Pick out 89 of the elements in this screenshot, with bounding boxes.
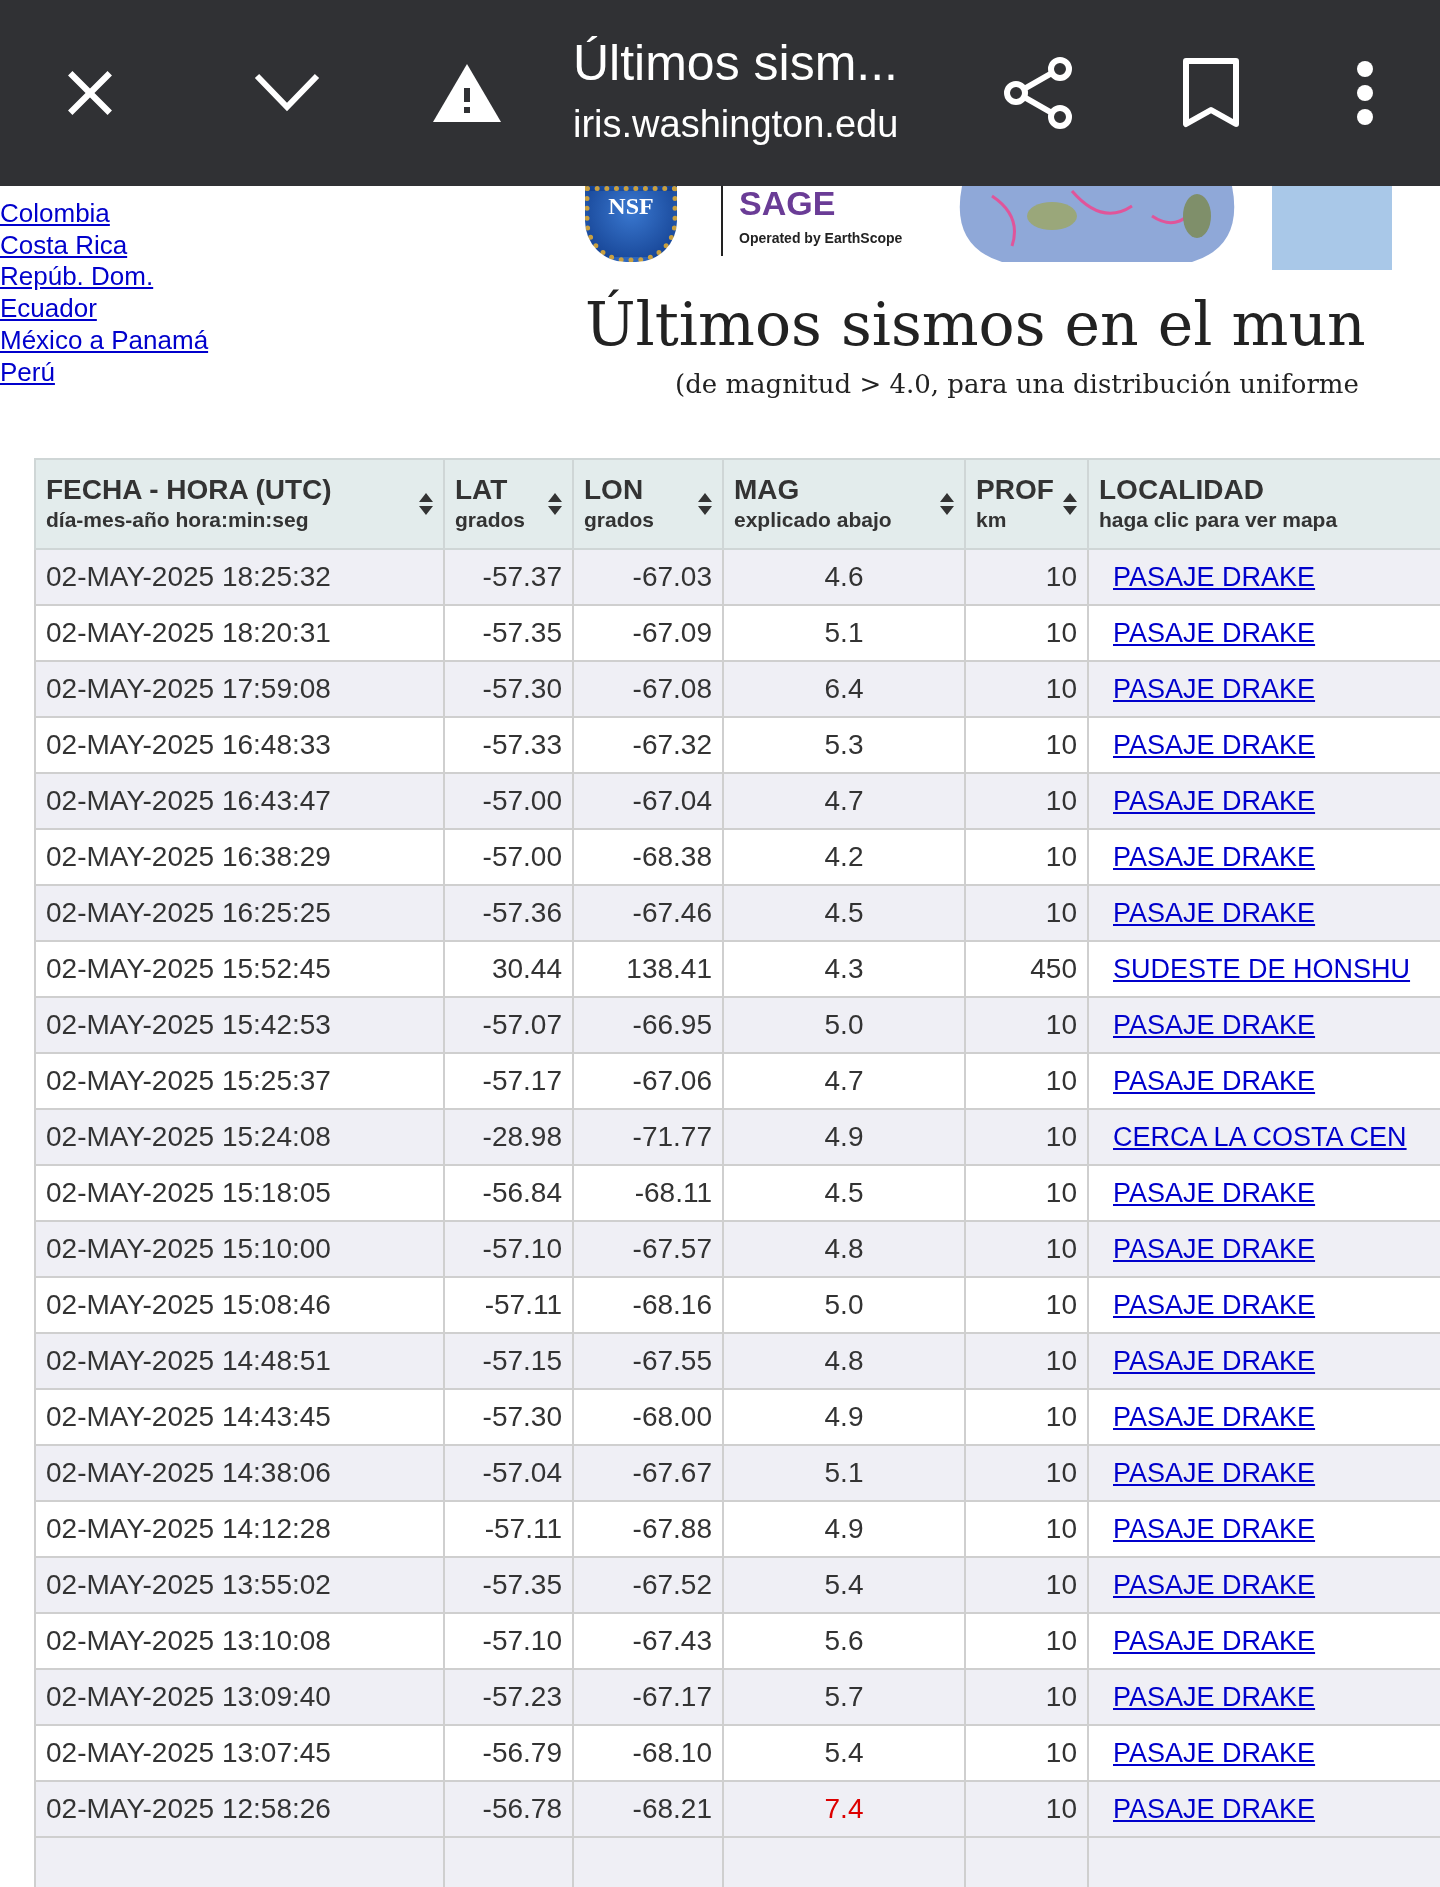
- nsf-logo: NSF: [585, 186, 677, 262]
- table-cell: 02-MAY-2025 18:25:32: [35, 549, 444, 605]
- table-cell: 4.8: [723, 1221, 965, 1277]
- sort-icon[interactable]: [940, 493, 954, 515]
- region-link[interactable]: Ecuador: [0, 293, 97, 325]
- table-cell: 02-MAY-2025 15:42:53: [35, 997, 444, 1053]
- table-cell: -57.04: [444, 1445, 573, 1501]
- table-cell: 10: [965, 885, 1088, 941]
- table-cell: 10: [965, 1333, 1088, 1389]
- page-heading: Últimos sismos en el mun: [585, 288, 1366, 361]
- chevron-down-icon[interactable]: [254, 73, 320, 113]
- warning-icon[interactable]: [433, 64, 501, 122]
- sort-icon[interactable]: [548, 493, 562, 515]
- table-cell: 02-MAY-2025 12:58:26: [35, 1781, 444, 1837]
- table-cell: 02-MAY-2025 15:24:08: [35, 1109, 444, 1165]
- column-header[interactable]: LAT grados: [444, 459, 573, 549]
- sort-icon[interactable]: [419, 493, 433, 515]
- table-cell: -57.30: [444, 661, 573, 717]
- region-link[interactable]: México a Panamá: [0, 324, 209, 357]
- column-header[interactable]: LON grados: [573, 459, 723, 549]
- table-cell: 10: [965, 661, 1088, 717]
- table-cell: 02-MAY-2025 17:59:08: [35, 661, 444, 717]
- table-cell: 02-MAY-2025 13:09:40: [35, 1669, 444, 1725]
- column-header[interactable]: PROF km: [965, 459, 1088, 549]
- table-cell: -56.78: [444, 1781, 573, 1837]
- table-cell: -67.55: [573, 1333, 723, 1389]
- table-cell: -57.36: [444, 885, 573, 941]
- table-cell: -67.57: [573, 1221, 723, 1277]
- table-cell: 4.5: [723, 885, 965, 941]
- table-cell: -68.21: [573, 1781, 723, 1837]
- table-cell: -71.77: [573, 1109, 723, 1165]
- table-cell: 10: [965, 1221, 1088, 1277]
- table-cell: -57.35: [444, 1557, 573, 1613]
- table-cell: 4.8: [723, 1333, 965, 1389]
- region-link[interactable]: Colombia: [0, 198, 110, 230]
- table-cell: -67.46: [573, 885, 723, 941]
- table-cell: 10: [965, 1557, 1088, 1613]
- table-cell: -67.17: [573, 1669, 723, 1725]
- table-cell: 4.7: [723, 773, 965, 829]
- table-cell: 02-MAY-2025 16:25:25: [35, 885, 444, 941]
- table-cell: 7.4: [723, 1781, 965, 1837]
- table-cell: -57.00: [444, 773, 573, 829]
- table-cell: -57.37: [444, 549, 573, 605]
- column-header[interactable]: MAG explicado abajo: [723, 459, 965, 549]
- share-icon[interactable]: [1003, 57, 1073, 129]
- table-cell: 02-MAY-2025 14:38:06: [35, 1445, 444, 1501]
- operated-by-text: Operated by EarthScope: [739, 230, 903, 246]
- table-cell: 02-MAY-2025 14:48:51: [35, 1333, 444, 1389]
- table-cell: 02-MAY-2025 15:10:00: [35, 1221, 444, 1277]
- table-cell: -67.08: [573, 661, 723, 717]
- table-cell: -57.07: [444, 997, 573, 1053]
- table-cell: 10: [965, 1669, 1088, 1725]
- table-cell: -57.15: [444, 1333, 573, 1389]
- table-cell: 5.7: [723, 1669, 965, 1725]
- table-cell: 5.0: [723, 997, 965, 1053]
- table-cell: -57.10: [444, 1221, 573, 1277]
- table-cell: -67.52: [573, 1557, 723, 1613]
- table-cell: 4.9: [723, 1109, 965, 1165]
- table-cell: 10: [965, 549, 1088, 605]
- page-subtitle: (de magnitud > 4.0, para una distribución uniforme: [675, 368, 1359, 401]
- table-cell: -66.95: [573, 997, 723, 1053]
- table-cell: -67.03: [573, 549, 723, 605]
- region-link[interactable]: Costa Rica: [0, 229, 128, 262]
- sort-icon[interactable]: [1063, 493, 1077, 515]
- more-options-icon[interactable]: [1355, 60, 1375, 126]
- table-cell: -67.04: [573, 773, 723, 829]
- bookmark-icon[interactable]: [1183, 58, 1239, 128]
- table-cell: 02-MAY-2025 16:43:47: [35, 773, 444, 829]
- region-link[interactable]: Repúb. Dom.: [0, 261, 154, 294]
- table-cell: 10: [965, 997, 1088, 1053]
- region-link[interactable]: Perú: [0, 356, 55, 389]
- table-cell: -57.23: [444, 1669, 573, 1725]
- table-cell: 10: [965, 773, 1088, 829]
- table-cell: 10: [965, 1445, 1088, 1501]
- sort-icon[interactable]: [698, 493, 712, 515]
- sage-logo-text: SAGE: [739, 186, 836, 220]
- column-header[interactable]: LOCALIDAD haga clic para ver mapa: [1088, 459, 1440, 549]
- page-title: Últimos sism...: [573, 34, 899, 93]
- table-cell: 6.4: [723, 661, 965, 717]
- table-cell: 5.1: [723, 1445, 965, 1501]
- table-cell: 02-MAY-2025 13:55:02: [35, 1557, 444, 1613]
- table-cell: -28.98: [444, 1109, 573, 1165]
- table-cell: 4.6: [723, 549, 965, 605]
- table-cell: -67.67: [573, 1445, 723, 1501]
- table-cell: 10: [965, 1781, 1088, 1837]
- column-header[interactable]: FECHA - HORA (UTC) día-mes-año hora:min:seg: [35, 459, 444, 549]
- page-url: iris.washington.edu: [573, 102, 900, 147]
- table-cell: 10: [965, 1109, 1088, 1165]
- table-cell: 5.4: [723, 1557, 965, 1613]
